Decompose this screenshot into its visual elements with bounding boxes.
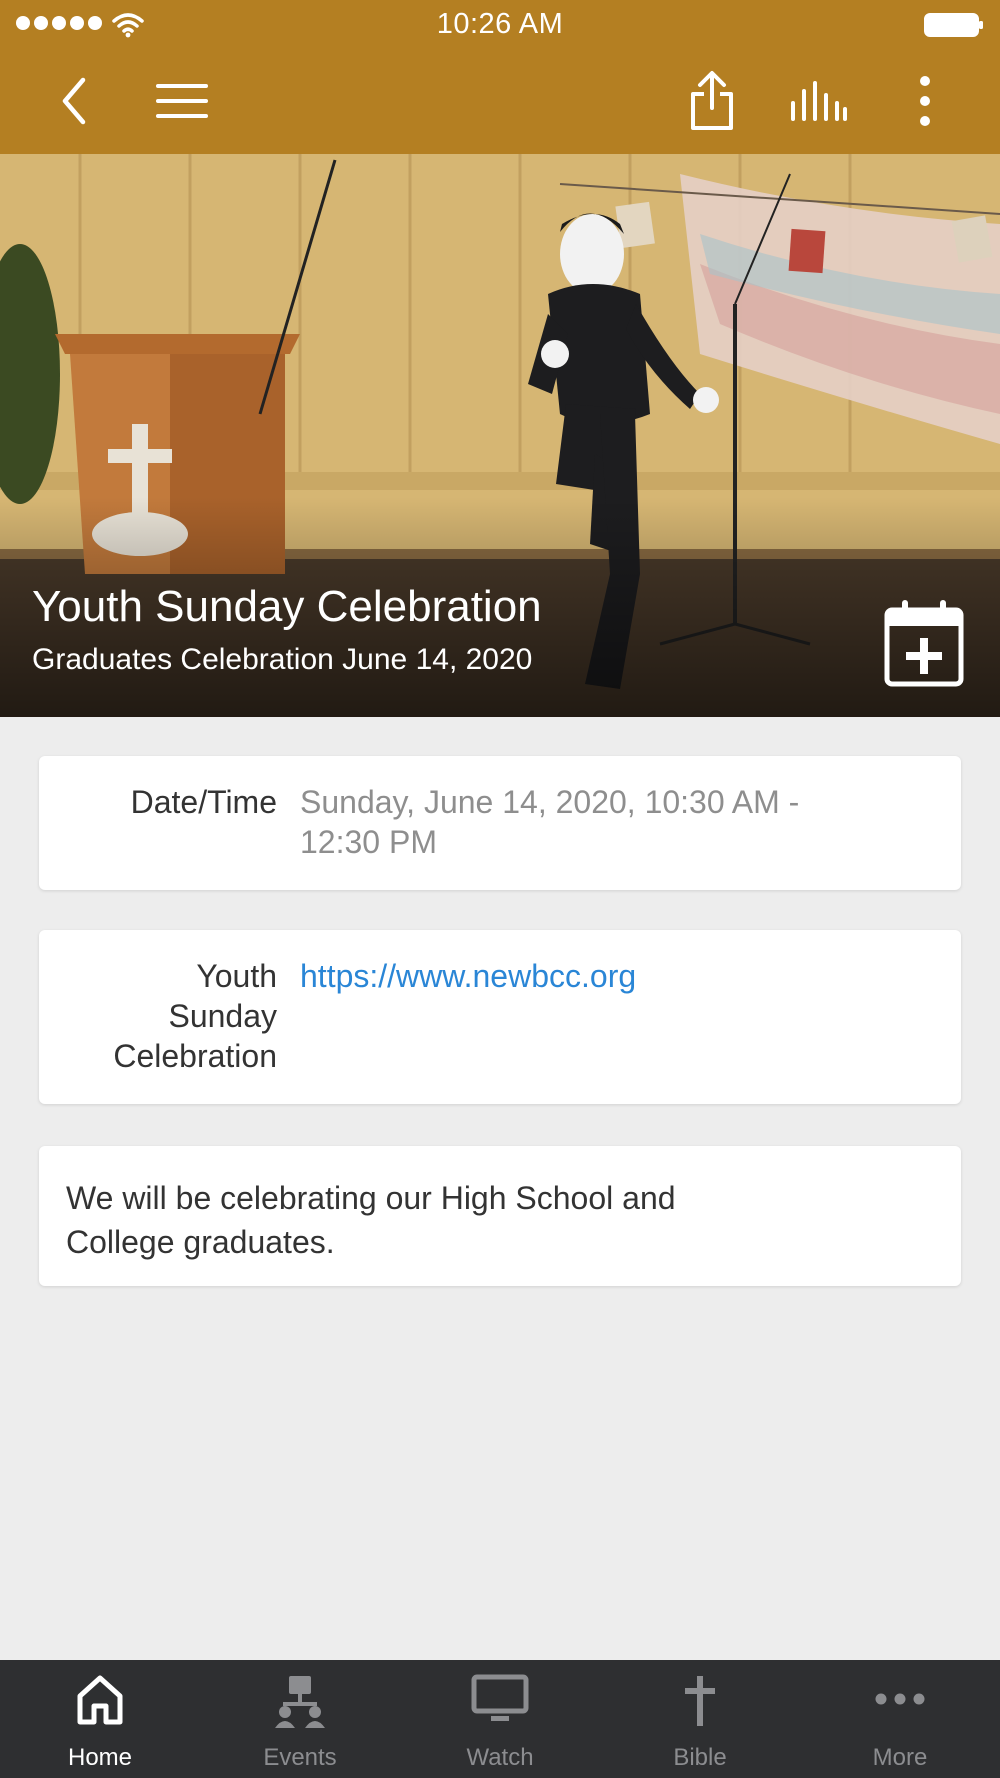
event-subtitle: Graduates Celebration June 14, 2020 bbox=[32, 643, 533, 676]
description-line-1: We will be celebrating our High School a… bbox=[66, 1180, 676, 1216]
event-hero-image: Youth Sunday Celebration Graduates Celeb… bbox=[0, 154, 1000, 717]
tab-home-label: Home bbox=[67, 1744, 133, 1771]
datetime-value: Sunday, June 14, 2020, 10:30 AM - 12:30 … bbox=[300, 782, 900, 862]
back-icon bbox=[62, 77, 86, 125]
link-label-line-3: Celebration bbox=[113, 1038, 277, 1074]
tab-more[interactable]: More bbox=[800, 1660, 1000, 1778]
cross-icon bbox=[685, 1676, 715, 1726]
share-button[interactable] bbox=[680, 68, 744, 134]
share-icon bbox=[691, 71, 733, 130]
calendar-plus-icon bbox=[884, 600, 964, 687]
menu-button[interactable] bbox=[150, 68, 214, 134]
tab-events-label: Events bbox=[263, 1744, 337, 1771]
event-website-link[interactable]: https://www.newbcc.org bbox=[300, 956, 900, 996]
status-time: 10:26 AM bbox=[436, 8, 564, 40]
link-label: Youth Sunday Celebration bbox=[39, 956, 277, 1076]
datetime-label: Date/Time bbox=[130, 784, 277, 820]
event-title: Youth Sunday Celebration bbox=[32, 582, 542, 631]
tab-bible[interactable]: Bible bbox=[600, 1660, 800, 1778]
tab-watch[interactable]: Watch bbox=[400, 1660, 600, 1778]
audio-bars-icon bbox=[791, 81, 847, 121]
add-to-calendar-button[interactable] bbox=[884, 598, 964, 688]
bottom-tab-bar: Home Events Watch Bible More bbox=[0, 1660, 1000, 1778]
audio-button[interactable] bbox=[786, 68, 850, 134]
tab-watch-label: Watch bbox=[466, 1744, 534, 1771]
events-icon bbox=[275, 1676, 325, 1728]
event-description: We will be celebrating our High School a… bbox=[66, 1176, 826, 1264]
link-label-line-1: Youth bbox=[196, 958, 277, 994]
tab-events[interactable]: Events bbox=[200, 1660, 400, 1778]
battery-icon bbox=[924, 13, 983, 37]
link-card: Youth Sunday Celebration https://www.new… bbox=[39, 930, 961, 1104]
more-vertical-icon bbox=[920, 76, 930, 126]
tab-more-label: More bbox=[872, 1744, 928, 1771]
description-line-2: College graduates. bbox=[66, 1224, 335, 1260]
tab-bible-label: Bible bbox=[673, 1744, 727, 1771]
datetime-value-line-1: Sunday, June 14, 2020, 10:30 AM - bbox=[300, 784, 800, 820]
datetime-value-line-2: 12:30 PM bbox=[300, 824, 437, 860]
more-options-button[interactable] bbox=[900, 68, 950, 134]
tab-home[interactable]: Home bbox=[0, 1660, 200, 1778]
menu-icon bbox=[156, 84, 208, 118]
more-horizontal-icon bbox=[875, 1693, 925, 1705]
link-label-line-2: Sunday bbox=[168, 998, 277, 1034]
back-button[interactable] bbox=[44, 68, 104, 134]
monitor-icon bbox=[471, 1674, 529, 1721]
status-bar: 10:26 AM bbox=[0, 0, 1000, 50]
description-card: We will be celebrating our High School a… bbox=[39, 1146, 961, 1286]
datetime-card: Date/Time Sunday, June 14, 2020, 10:30 A… bbox=[39, 756, 961, 890]
app-header: 10:26 AM bbox=[0, 0, 1000, 154]
home-icon bbox=[77, 1675, 123, 1725]
